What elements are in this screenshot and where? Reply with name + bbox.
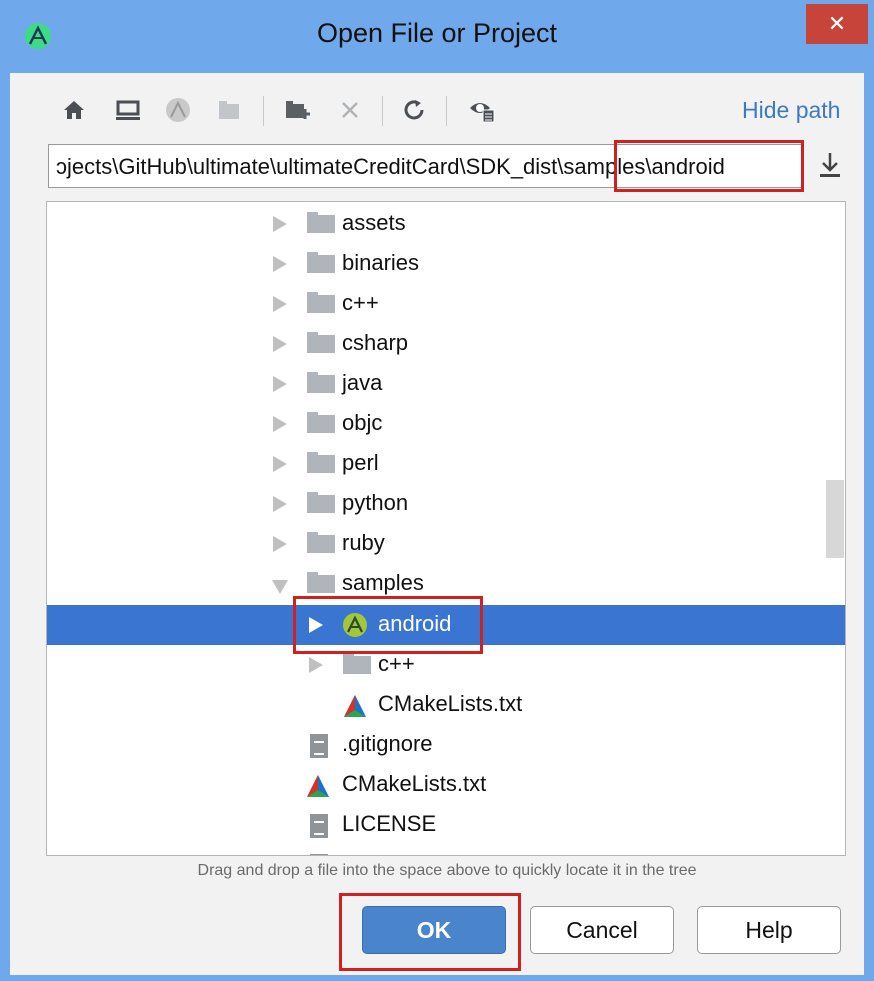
tree-item-java[interactable]: java [47,364,845,404]
tree-item-cpp[interactable]: c++ [47,284,845,324]
tree-item-label: CMakeLists.txt [378,691,523,716]
tree-item-label: LICENSE [342,811,437,836]
new-folder-icon[interactable] [280,90,316,130]
expand-arrow-icon[interactable] [273,336,287,352]
tree-item-cmakelists-sample[interactable]: CMakeLists.txt [47,685,845,725]
tree-item-label: assets [342,210,406,235]
folder-icon [307,412,335,433]
tree-item-objc[interactable]: objc [47,404,845,444]
tree-item-license[interactable]: LICENSE [47,805,845,845]
tree-item-partial [47,845,845,855]
tree-item-python[interactable]: python [47,484,845,524]
folder-icon [307,532,335,553]
file-tree[interactable]: assets binaries c++ csharp java objc per… [46,201,846,856]
tree-item-perl[interactable]: perl [47,444,845,484]
tree-item-label: ruby [342,530,385,555]
tree-scrollbar[interactable] [826,480,844,558]
dialog-window: Open File or Project ✕ Hide path ɔjects\… [0,0,874,981]
expand-arrow-icon[interactable] [273,536,287,552]
show-hidden-icon[interactable] [464,90,500,130]
tree-item-binaries[interactable]: binaries [47,244,845,284]
tree-item-csharp[interactable]: csharp [47,324,845,364]
expand-arrow-icon[interactable] [273,256,287,272]
tree-item-label: c++ [378,651,415,676]
close-button[interactable]: ✕ [806,4,868,44]
tree-item-label: perl [342,450,379,475]
tree-item-label: objc [342,410,383,435]
expand-arrow-icon[interactable] [273,496,287,512]
folder-icon [307,292,335,313]
window-title: Open File or Project [316,18,558,48]
tree-item-label: CMakeLists.txt [342,771,487,796]
title-bar: Open File or Project ✕ [0,0,874,73]
desktop-icon[interactable] [110,90,146,130]
expand-arrow-icon[interactable] [273,216,287,232]
toolbar-separator [263,96,264,126]
text-file-icon [310,814,328,838]
tree-item-label: csharp [342,330,409,355]
folder-icon [307,572,335,593]
folder-icon [307,372,335,393]
android-project-icon[interactable] [160,90,196,130]
tree-item-cmakelists[interactable]: CMakeLists.txt [47,765,845,805]
folder-icon [307,332,335,353]
android-highlight-box [293,596,483,654]
path-highlight-box [614,140,804,192]
download-icon[interactable] [817,150,843,184]
ok-highlight-box [339,893,521,971]
refresh-icon[interactable] [396,90,432,130]
tree-item-label: samples [342,570,424,595]
tree-item-label: c++ [342,290,379,315]
expand-arrow-icon[interactable] [273,456,287,472]
drag-drop-hint: Drag and drop a file into the space abov… [197,862,697,879]
expand-arrow-icon[interactable] [273,376,287,392]
hide-path-link[interactable]: Hide path [742,97,840,124]
text-file-icon [310,854,328,855]
delete-icon[interactable] [332,90,368,130]
text-file-icon [310,734,328,758]
tree-item-label: java [342,370,383,395]
folder-icon [343,653,371,674]
home-icon[interactable] [56,90,92,130]
expand-arrow-icon[interactable] [309,657,323,673]
folder-icon [307,212,335,233]
tree-item-assets[interactable]: assets [47,204,845,244]
collapse-arrow-icon[interactable] [272,580,288,594]
tree-item-gitignore[interactable]: .gitignore [47,725,845,765]
folder-icon [307,492,335,513]
tree-item-label: binaries [342,250,420,275]
cancel-button[interactable]: Cancel [530,906,674,954]
folder-icon [307,252,335,273]
folder-icon [307,452,335,473]
cmake-icon [344,695,366,717]
help-button[interactable]: Help [697,906,841,954]
toolbar-separator [446,96,447,126]
cmake-icon [307,775,329,797]
tree-item-label: python [342,490,409,515]
expand-arrow-icon[interactable] [273,416,287,432]
tree-item-label: .gitignore [342,731,433,756]
tree-item-ruby[interactable]: ruby [47,524,845,564]
module-icon[interactable] [211,90,247,130]
toolbar-separator [382,96,383,126]
expand-arrow-icon[interactable] [273,296,287,312]
